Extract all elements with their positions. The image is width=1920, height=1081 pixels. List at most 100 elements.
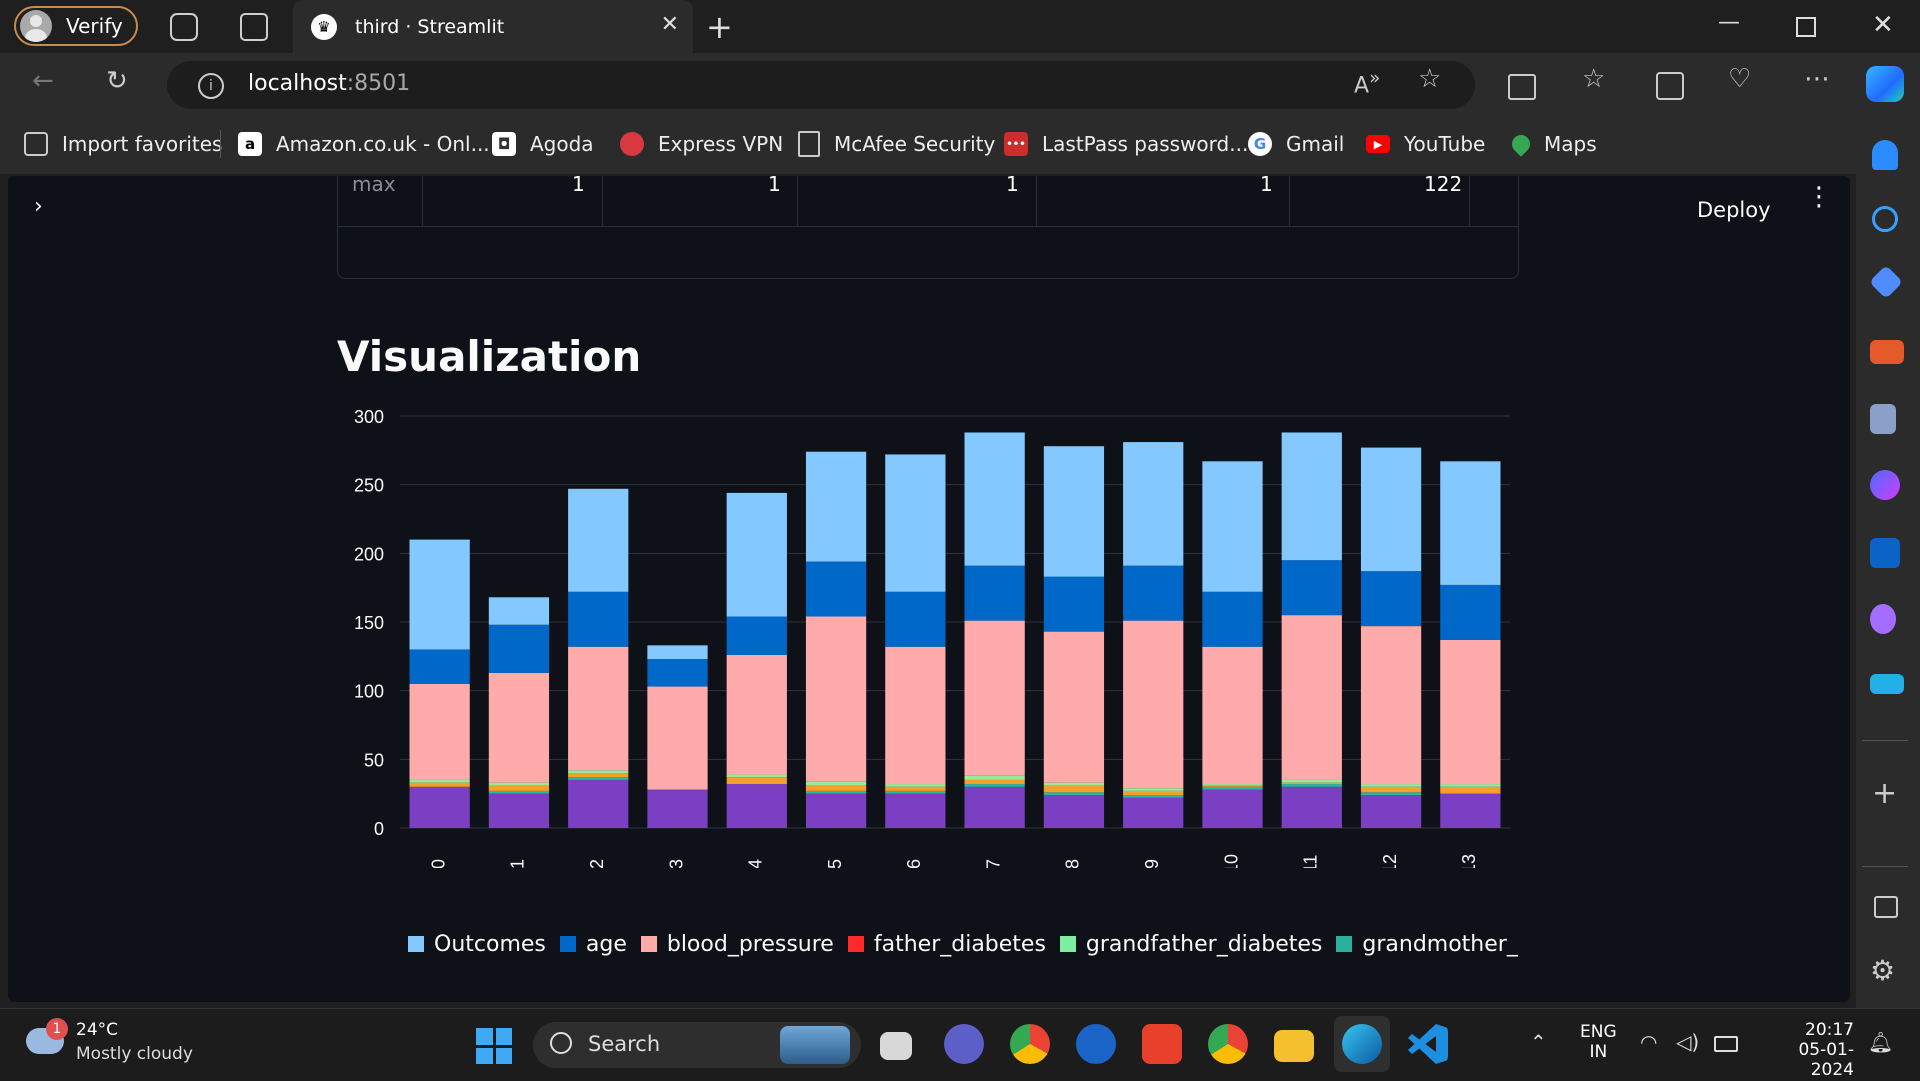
- fav-agoda[interactable]: ◘ Agoda: [492, 128, 594, 160]
- bar-segment: [885, 646, 946, 785]
- favorites-icon[interactable]: ☆: [1582, 64, 1605, 94]
- site-info-icon[interactable]: i: [198, 73, 224, 99]
- copilot-sidebar-icon[interactable]: [1870, 470, 1900, 500]
- wps-office-icon[interactable]: [1142, 1024, 1182, 1064]
- battery-icon[interactable]: [1714, 1036, 1738, 1052]
- games-icon[interactable]: [1870, 404, 1896, 434]
- back-icon[interactable]: ←: [32, 66, 54, 96]
- windows-start-icon[interactable]: [476, 1028, 512, 1064]
- read-aloud-icon[interactable]: A»: [1354, 68, 1380, 98]
- language-indicator[interactable]: ENG IN: [1580, 1022, 1617, 1062]
- main-menu-icon[interactable]: ⋮: [1806, 184, 1832, 210]
- close-window-icon[interactable]: ✕: [1872, 10, 1894, 40]
- weather-desc[interactable]: Mostly cloudy: [76, 1044, 193, 1064]
- table-col-divider: [797, 176, 798, 226]
- tab-actions-icon[interactable]: [240, 13, 268, 41]
- notification-bell-icon[interactable]: [1872, 140, 1898, 170]
- fav-lastpass[interactable]: ••• LastPass password...: [1004, 128, 1248, 160]
- edge-icon[interactable]: [1342, 1024, 1382, 1064]
- url-text[interactable]: localhost:8501: [248, 71, 410, 96]
- fav-mcafee[interactable]: McAfee Security: [798, 128, 995, 160]
- table-col-divider: [1469, 176, 1470, 226]
- bar-segment: [568, 770, 629, 774]
- copilot-icon[interactable]: [1866, 66, 1904, 102]
- legend-item[interactable]: father_diabetes: [847, 931, 1046, 957]
- bar-segment: [1281, 786, 1342, 828]
- file-explorer-icon[interactable]: [1274, 1030, 1314, 1062]
- volume-icon[interactable]: ◁): [1676, 1030, 1699, 1054]
- notifications-bell-icon[interactable]: 🔔︎: [1868, 1030, 1893, 1054]
- bar-segment: [1202, 591, 1263, 647]
- fav-youtube[interactable]: ▶ YouTube: [1366, 128, 1485, 160]
- profile-label: Verify: [66, 14, 123, 38]
- document-icon: [798, 131, 820, 157]
- outlook-icon[interactable]: [1870, 538, 1900, 568]
- chrome-profile-icon[interactable]: [1208, 1024, 1248, 1064]
- wifi-icon[interactable]: ◠: [1640, 1030, 1657, 1054]
- search-icon[interactable]: [1872, 206, 1898, 232]
- app-t-icon[interactable]: [1076, 1024, 1116, 1064]
- lang-code: ENG: [1580, 1022, 1617, 1042]
- legend-label: father_diabetes: [873, 931, 1046, 957]
- expand-sidebar-icon[interactable]: ›: [34, 194, 43, 219]
- fav-maps[interactable]: Maps: [1508, 128, 1597, 160]
- refresh-icon[interactable]: ↻: [106, 66, 128, 96]
- legend-item[interactable]: grandmother_diabet: [1336, 932, 1518, 957]
- clock[interactable]: 20:17 05-01-2024: [1764, 1020, 1854, 1080]
- tools-icon[interactable]: [1870, 340, 1904, 364]
- sidebar-divider: [1862, 866, 1908, 867]
- fav-gmail[interactable]: G Gmail: [1248, 128, 1344, 160]
- settings-gear-icon[interactable]: ⚙: [1870, 954, 1895, 987]
- x-tick-label: 0: [428, 859, 448, 868]
- x-tick-label: 12: [1380, 854, 1400, 868]
- send-icon[interactable]: [1870, 674, 1904, 694]
- bar-segment: [568, 773, 629, 778]
- legend-item[interactable]: age: [559, 932, 627, 957]
- tray-chevron-icon[interactable]: ⌃: [1530, 1030, 1547, 1054]
- bar-segment: [1360, 792, 1422, 796]
- browser-essentials-icon[interactable]: ♡: [1728, 64, 1751, 94]
- maps-icon: [1508, 131, 1534, 157]
- designer-icon[interactable]: [1870, 604, 1896, 634]
- more-menu-icon[interactable]: ⋯: [1804, 64, 1830, 94]
- fav-expressvpn[interactable]: Express VPN: [620, 128, 783, 160]
- teams-icon[interactable]: [944, 1024, 984, 1064]
- y-tick-label: 150: [354, 613, 384, 633]
- bar-segment: [568, 488, 629, 592]
- weather-temp[interactable]: 24°C: [76, 1020, 118, 1040]
- chrome-icon[interactable]: [1010, 1024, 1050, 1064]
- bar-segment: [964, 432, 1025, 566]
- legend-item[interactable]: blood_pressure: [640, 932, 834, 957]
- bar-segment: [488, 672, 550, 783]
- legend-item[interactable]: Outcomes: [408, 932, 546, 957]
- bar-segment: [1281, 784, 1342, 787]
- bar-segment: [1202, 786, 1263, 790]
- bar-segment: [805, 781, 867, 786]
- sidebar-divider: [1862, 740, 1908, 741]
- stacked-bar-chart[interactable]: 0501001502002503000 1 2 3 4 5 6 7 8 9 10 11 12 13: [328, 408, 1528, 868]
- avatar: [20, 10, 52, 42]
- workspaces-icon[interactable]: [170, 13, 198, 41]
- bar-segment: [647, 645, 708, 660]
- restore-icon[interactable]: [1796, 17, 1816, 37]
- sidebar-panel-icon[interactable]: [1874, 896, 1898, 918]
- search-highlight-image: [780, 1026, 850, 1064]
- split-screen-icon[interactable]: [1508, 74, 1536, 100]
- bar-segment: [726, 777, 787, 785]
- collections-icon[interactable]: [1656, 72, 1684, 100]
- add-icon[interactable]: +: [1872, 776, 1897, 811]
- deploy-button[interactable]: Deploy: [1697, 198, 1771, 222]
- tab-active[interactable]: ♛ third · Streamlit ✕: [293, 0, 693, 53]
- legend-item[interactable]: grandfather_diabetes: [1059, 932, 1322, 957]
- bar-segment: [1043, 785, 1105, 793]
- fav-amazon[interactable]: a Amazon.co.uk - Onl...: [238, 128, 490, 160]
- minimize-icon[interactable]: —: [1718, 10, 1740, 35]
- task-view-icon[interactable]: [880, 1032, 912, 1060]
- new-tab-icon[interactable]: +: [706, 8, 733, 46]
- data-table[interactable]: max 1 1 1 1 122: [337, 176, 1519, 279]
- favorite-star-icon[interactable]: ☆: [1418, 64, 1441, 94]
- profile-button[interactable]: Verify: [14, 6, 138, 46]
- fav-import-favorites[interactable]: Import favorites: [24, 128, 222, 160]
- close-tab-icon[interactable]: ✕: [661, 12, 679, 37]
- bar-segment: [805, 616, 867, 782]
